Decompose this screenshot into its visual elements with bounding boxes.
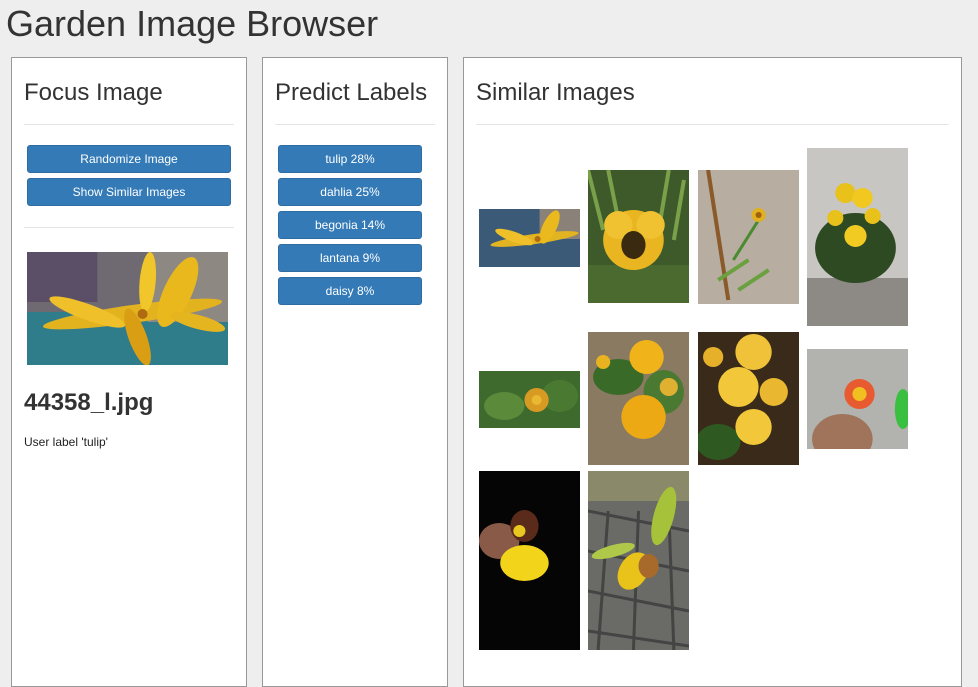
label-button-dahlia[interactable]: dahlia 25% xyxy=(278,178,422,206)
label-button-daisy[interactable]: daisy 8% xyxy=(278,277,422,305)
label-button-tulip[interactable]: tulip 28% xyxy=(278,145,422,173)
orange-lantana-image[interactable] xyxy=(479,371,580,428)
focus-image xyxy=(27,252,228,365)
show-similar-images-button[interactable]: Show Similar Images xyxy=(27,178,231,206)
red-lantana-in-hand-image[interactable] xyxy=(807,349,908,449)
yellow-lantana-image[interactable] xyxy=(588,332,689,465)
divider xyxy=(476,124,949,125)
divider xyxy=(275,124,435,125)
similar-panel-title: Similar Images xyxy=(476,79,635,106)
yellow-pansy-image[interactable] xyxy=(588,170,689,303)
potted-marigold-image[interactable] xyxy=(807,148,908,326)
divider xyxy=(24,124,234,125)
user-label-text: User label 'tulip' xyxy=(24,435,108,449)
small-bud-image[interactable] xyxy=(698,170,799,304)
yellow-orchid-image[interactable] xyxy=(479,471,580,650)
predict-labels-panel: Predict Labels tulip 28% dahlia 25% bego… xyxy=(262,57,448,687)
green-orchid-image[interactable] xyxy=(588,471,689,650)
focus-image-panel: Focus Image Randomize Image Show Similar… xyxy=(11,57,247,687)
randomize-image-button[interactable]: Randomize Image xyxy=(27,145,231,173)
label-button-begonia[interactable]: begonia 14% xyxy=(278,211,422,239)
app-title: Garden Image Browser xyxy=(6,3,379,44)
yellow-tulip-image[interactable] xyxy=(479,209,580,267)
focus-panel-title: Focus Image xyxy=(24,79,163,106)
focus-image-filename: 44358_l.jpg xyxy=(24,389,154,416)
yellow-begonia-image[interactable] xyxy=(698,332,799,465)
label-button-lantana[interactable]: lantana 9% xyxy=(278,244,422,272)
predict-panel-title: Predict Labels xyxy=(275,79,428,106)
divider xyxy=(24,227,234,228)
similar-images-panel: Similar Images xyxy=(463,57,962,687)
